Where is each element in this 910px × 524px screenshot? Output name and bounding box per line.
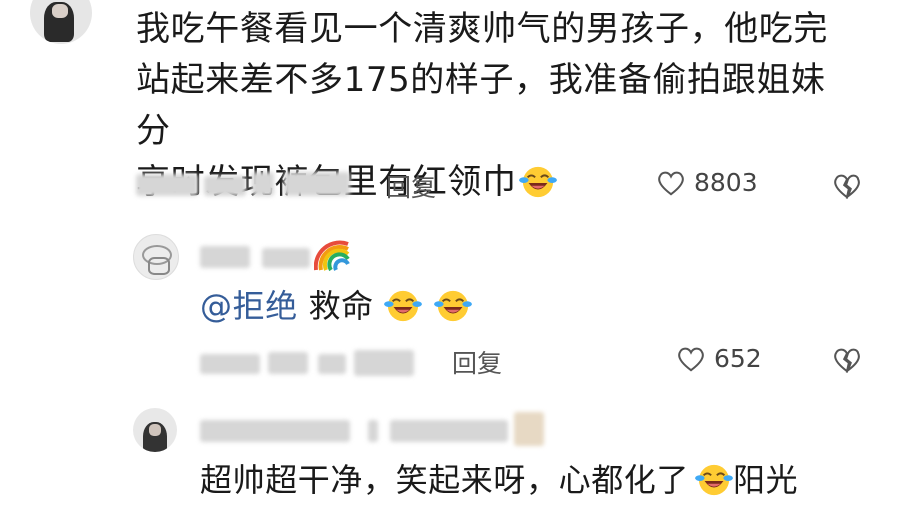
laughing-tears-icon (434, 289, 472, 323)
comment-line-1: 我吃午餐看见一个清爽帅气的男孩子，他吃完 (136, 9, 828, 49)
reply-1-text: @拒绝 救命 (200, 282, 472, 330)
like-button[interactable]: 8803 (656, 168, 758, 197)
dislike-icon[interactable] (832, 172, 862, 200)
reply-2-tail: 阳光 (733, 461, 799, 499)
blurred-meta (200, 354, 260, 374)
laughing-tears-icon (384, 289, 422, 323)
laughing-tears-icon (695, 463, 733, 497)
blurred-username (368, 420, 378, 442)
blurred-meta (204, 176, 246, 196)
blurred-username (262, 248, 310, 268)
blurred-username (200, 420, 350, 442)
avatar-face (52, 4, 68, 18)
reply-button[interactable]: 回复 (452, 344, 502, 380)
blurred-meta (318, 354, 346, 374)
reply-button[interactable]: 回复 (386, 168, 436, 204)
heart-icon (656, 169, 686, 197)
blurred-meta (354, 350, 414, 376)
laughing-tears-icon (519, 165, 557, 199)
like-count: 652 (714, 344, 762, 373)
avatar-sketch (148, 257, 170, 275)
avatar-face (149, 424, 161, 436)
blurred-meta (284, 172, 350, 196)
reply-2-avatar[interactable] (133, 408, 177, 452)
reply-1-avatar[interactable] (133, 234, 179, 280)
blurred-username (200, 246, 250, 268)
dislike-icon[interactable] (832, 346, 862, 374)
reply-1-body: 救命 (297, 287, 374, 325)
blurred-meta (136, 174, 198, 196)
blurred-username (390, 420, 508, 442)
blurred-badge (514, 412, 544, 446)
like-count: 8803 (694, 168, 758, 197)
heart-icon (676, 345, 706, 373)
reply-2-body: 超帅超干净，笑起来呀，心都化了 (200, 461, 690, 499)
blurred-meta (252, 172, 274, 196)
blurred-meta (268, 352, 308, 374)
reply-2-text: 超帅超干净，笑起来呀，心都化了 阳光 (200, 456, 798, 504)
rainbow-badge-icon (314, 240, 350, 272)
comment-line-2: 站起来差不多175的样子，我准备偷拍跟姐妹分 (136, 60, 826, 151)
mention-link[interactable]: @拒绝 (200, 287, 298, 325)
commenter-avatar[interactable] (30, 0, 92, 44)
like-button[interactable]: 652 (676, 344, 762, 373)
